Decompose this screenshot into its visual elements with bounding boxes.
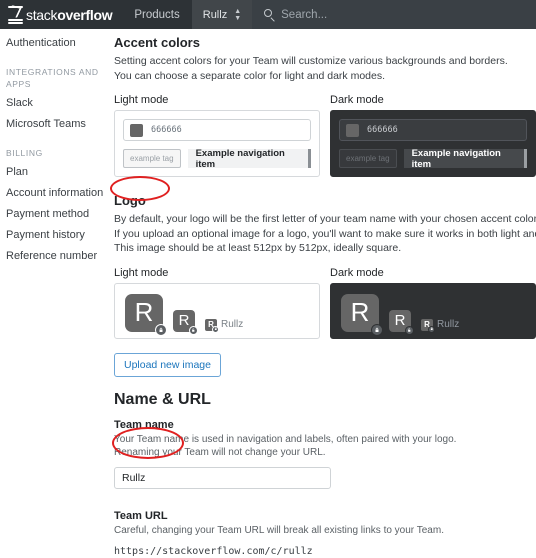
- lock-icon: [212, 325, 219, 333]
- settings-content: Accent colors Setting accent colors for …: [112, 29, 536, 558]
- accent-colors-desc-line2: You can choose a separate color for ligh…: [114, 69, 386, 82]
- accent-light-mode-column: Light mode 666666 example tag Example na…: [114, 83, 320, 177]
- logo-light-preview: R R R Rullz: [114, 282, 320, 339]
- accent-dark-mode-column: Dark mode 666666 example tag Example nav…: [330, 83, 536, 177]
- sidebar-item-account-information[interactable]: Account information: [4, 183, 112, 204]
- accent-light-color-input[interactable]: 666666: [123, 119, 311, 141]
- accent-light-mode-label: Light mode: [114, 94, 169, 106]
- logo-letter-large-dark: R: [350, 297, 370, 327]
- example-tag-dark: example tag: [339, 149, 397, 168]
- logo-title: Logo: [114, 193, 146, 208]
- logo-team-name-dark: Rullz: [437, 319, 460, 330]
- lock-icon: [428, 325, 435, 333]
- team-name-desc-line1: Your Team name is used in navigation and…: [114, 433, 457, 445]
- upload-new-image-button[interactable]: Upload new image: [114, 352, 221, 377]
- logo-text-overflow: overflow: [57, 6, 113, 23]
- sidebar-item-payment-method[interactable]: Payment method: [4, 204, 112, 225]
- example-nav-item-dark: Example navigation item: [403, 148, 527, 170]
- accent-dark-preview: 666666 example tag Example navigation it…: [330, 110, 536, 177]
- name-url-title: Name & URL: [114, 390, 211, 408]
- stackoverflow-logo[interactable]: stack overflow: [0, 0, 122, 29]
- logo-dark-preview: R R R Rullz: [330, 282, 536, 339]
- settings-sidebar: Authentication INTEGRATIONS AND APPS Sla…: [0, 29, 112, 558]
- team-url-desc: Careful, changing your Team URL will bre…: [114, 524, 444, 536]
- lock-icon: [405, 325, 414, 335]
- sidebar-item-authentication[interactable]: Authentication: [4, 33, 112, 54]
- stack-icon: [6, 5, 23, 24]
- team-url-label: Team URL: [114, 509, 168, 522]
- accent-light-hex-value: 666666: [151, 125, 182, 135]
- example-tag-light: example tag: [123, 149, 181, 168]
- nav-products[interactable]: Products: [122, 0, 191, 29]
- team-name-label: Team name: [114, 418, 174, 431]
- example-nav-item-light: Example navigation item: [187, 148, 311, 170]
- logo-letter-medium-light: R: [178, 312, 190, 329]
- updown-chevrons-icon: ▲ ▼: [234, 7, 242, 22]
- lock-icon: [189, 325, 198, 335]
- team-name-input[interactable]: Rullz: [114, 466, 331, 489]
- logo-desc-line2: If you upload an optional image for a lo…: [114, 227, 536, 240]
- accent-light-preview: 666666 example tag Example navigation it…: [114, 110, 320, 177]
- sidebar-item-payment-history[interactable]: Payment history: [4, 225, 112, 246]
- logo-team-name-light: Rullz: [221, 319, 244, 330]
- sidebar-heading-billing: BILLING: [6, 148, 43, 158]
- logo-text-stack: stack: [26, 6, 58, 23]
- sidebar-item-reference-number[interactable]: Reference number: [4, 246, 112, 267]
- accent-dark-mode-label: Dark mode: [330, 94, 384, 106]
- accent-colors-desc-line1: Setting accent colors for your Team will…: [114, 55, 508, 67]
- search-bar[interactable]: Search...: [252, 0, 536, 29]
- logo-dark-mode-column: Dark mode R R R Rullz: [330, 256, 536, 339]
- lock-icon: [371, 323, 383, 336]
- search-icon: [264, 9, 275, 22]
- top-navigation-bar: stack overflow Products Rullz ▲ ▼ Search..…: [0, 0, 536, 29]
- logo-tile-medium-light: R: [173, 309, 198, 335]
- logo-light-mode-column: Light mode R R R Rullz: [114, 256, 320, 339]
- accent-light-example-row: example tag Example navigation item: [123, 148, 311, 170]
- accent-dark-swatch[interactable]: [346, 123, 359, 137]
- logo-letter-large-light: R: [134, 297, 154, 327]
- logo-tile-large-light: R: [125, 293, 167, 336]
- accent-dark-hex-value: 666666: [367, 125, 398, 135]
- logo-letter-medium-dark: R: [394, 312, 406, 329]
- search-placeholder: Search...: [281, 8, 328, 21]
- team-name-desc-line2: Renaming your Team will not change your …: [114, 447, 326, 458]
- sidebar-item-plan[interactable]: Plan: [4, 162, 112, 183]
- logo-desc-line1: By default, your logo will be the first …: [114, 213, 536, 225]
- lock-icon: [155, 323, 167, 336]
- logo-tile-medium-dark: R: [389, 309, 414, 335]
- logo-tile-small-group-light: R Rullz: [205, 318, 244, 333]
- accent-dark-example-row: example tag Example navigation item: [339, 148, 527, 170]
- accent-dark-color-input[interactable]: 666666: [339, 119, 527, 141]
- sidebar-heading-integrations: INTEGRATIONS AND APPS: [6, 67, 99, 89]
- team-switcher-label: Rullz: [202, 8, 228, 21]
- logo-tile-small-dark: R: [421, 318, 435, 333]
- logo-desc-line3: This image should be at least 512px by 5…: [114, 242, 402, 254]
- logo-tile-small-light: R: [205, 318, 219, 333]
- sidebar-item-slack[interactable]: Slack: [4, 93, 112, 114]
- team-url-value: https://stackoverflow.com/c/rullz: [114, 546, 313, 557]
- accent-colors-title: Accent colors: [114, 35, 200, 50]
- logo-tile-large-dark: R: [341, 293, 383, 336]
- accent-light-swatch[interactable]: [130, 123, 143, 137]
- logo-tile-small-group-dark: R Rullz: [421, 318, 460, 333]
- logo-dark-mode-label: Dark mode: [330, 266, 384, 279]
- team-switcher[interactable]: Rullz ▲ ▼: [191, 0, 253, 29]
- sidebar-item-microsoft-teams[interactable]: Microsoft Teams: [4, 114, 112, 135]
- logo-light-mode-label: Light mode: [114, 266, 169, 279]
